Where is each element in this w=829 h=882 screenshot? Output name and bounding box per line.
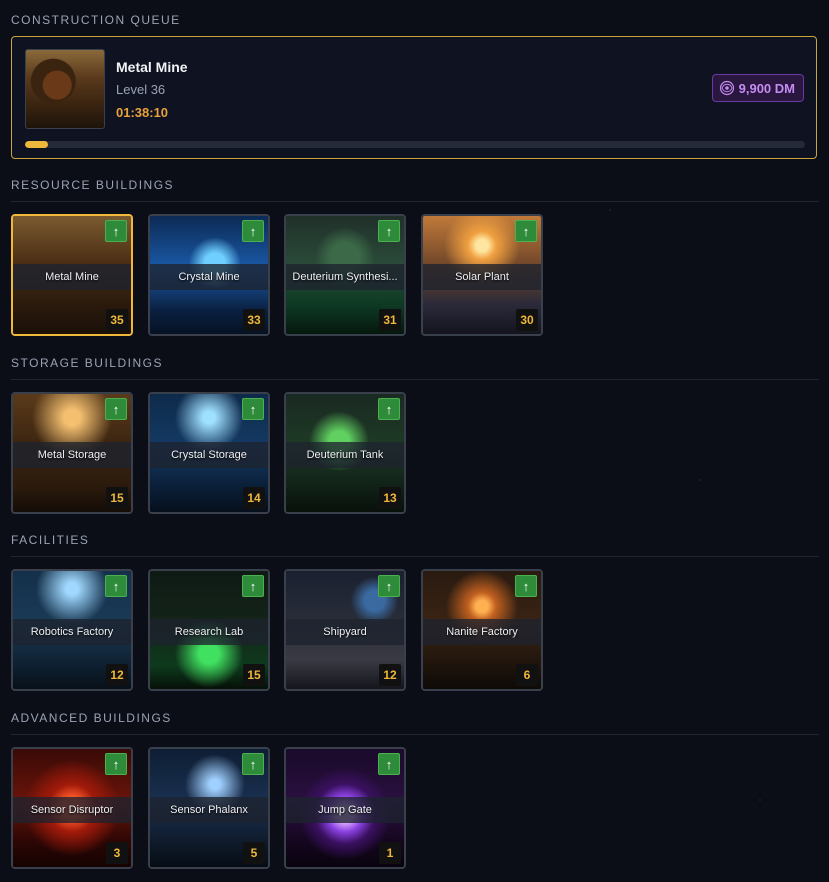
building-name-band: Metal Mine bbox=[13, 264, 131, 290]
section-title-0: RESOURCE BUILDINGS bbox=[11, 178, 175, 192]
building-name-band: Metal Storage bbox=[13, 442, 131, 468]
upgrade-arrow-icon[interactable]: ↑ bbox=[378, 220, 400, 242]
upgrade-arrow-icon[interactable]: ↑ bbox=[515, 575, 537, 597]
building-level-badge: 14 bbox=[243, 487, 265, 509]
building-name: Research Lab bbox=[174, 626, 244, 638]
upgrade-arrow-icon[interactable]: ↑ bbox=[515, 220, 537, 242]
building-tile[interactable]: Research Lab ↑ 15 bbox=[148, 569, 270, 691]
building-name: Sensor Disruptor bbox=[30, 804, 114, 816]
building-tile[interactable]: Crystal Mine ↑ 33 bbox=[148, 214, 270, 336]
metal-mine-image bbox=[25, 49, 105, 129]
building-level-badge: 15 bbox=[106, 487, 128, 509]
upgrade-arrow-icon[interactable]: ↑ bbox=[105, 220, 127, 242]
building-name: Metal Mine bbox=[45, 271, 99, 283]
building-tile[interactable]: Nanite Factory ↑ 6 bbox=[421, 569, 543, 691]
dark-matter-icon bbox=[719, 80, 734, 96]
building-name: Metal Storage bbox=[37, 449, 107, 461]
upgrade-arrow-icon[interactable]: ↑ bbox=[105, 575, 127, 597]
queue-building-level: Level 36 bbox=[116, 82, 166, 97]
upgrade-arrow-icon[interactable]: ↑ bbox=[242, 220, 264, 242]
building-tile[interactable]: Solar Plant ↑ 30 bbox=[421, 214, 543, 336]
building-level-badge: 12 bbox=[379, 664, 401, 686]
building-name: Nanite Factory bbox=[446, 626, 518, 638]
building-name-band: Sensor Phalanx bbox=[150, 797, 268, 823]
dark-matter-cost: 9,900 DM bbox=[738, 80, 795, 96]
building-name: Crystal Mine bbox=[178, 271, 240, 283]
upgrade-arrow-icon[interactable]: ↑ bbox=[378, 398, 400, 420]
building-name-band: Deuterium Synthesi... bbox=[286, 264, 404, 290]
building-name-band: Jump Gate bbox=[286, 797, 404, 823]
building-level-badge: 30 bbox=[516, 309, 538, 331]
construction-progress-bar bbox=[25, 141, 805, 148]
section-divider bbox=[11, 201, 819, 202]
building-tile[interactable]: Jump Gate ↑ 1 bbox=[284, 747, 406, 869]
section-title-1: STORAGE BUILDINGS bbox=[11, 356, 163, 370]
building-name-band: Shipyard bbox=[286, 619, 404, 645]
construction-queue-card[interactable]: Metal Mine Level 36 01:38:10 9,900 DM bbox=[11, 36, 817, 159]
upgrade-arrow-icon[interactable]: ↑ bbox=[242, 575, 264, 597]
queue-building-name: Metal Mine bbox=[116, 59, 188, 75]
building-level-badge: 6 bbox=[516, 664, 538, 686]
upgrade-arrow-icon[interactable]: ↑ bbox=[105, 753, 127, 775]
building-name: Deuterium Synthesi... bbox=[292, 271, 398, 283]
upgrade-arrow-icon[interactable]: ↑ bbox=[378, 753, 400, 775]
building-name: Solar Plant bbox=[455, 271, 509, 283]
building-name: Crystal Storage bbox=[171, 449, 247, 461]
upgrade-arrow-icon[interactable]: ↑ bbox=[242, 753, 264, 775]
construction-queue-title: CONSTRUCTION QUEUE bbox=[11, 13, 181, 27]
building-name-band: Nanite Factory bbox=[423, 619, 541, 645]
building-name-band: Solar Plant bbox=[423, 264, 541, 290]
building-name: Deuterium Tank bbox=[306, 449, 384, 461]
building-level-badge: 1 bbox=[379, 842, 401, 864]
section-divider bbox=[11, 734, 819, 735]
building-tile[interactable]: Sensor Disruptor ↑ 3 bbox=[11, 747, 133, 869]
building-level-badge: 12 bbox=[106, 664, 128, 686]
upgrade-arrow-icon[interactable]: ↑ bbox=[105, 398, 127, 420]
building-tile[interactable]: Robotics Factory ↑ 12 bbox=[11, 569, 133, 691]
building-name-band: Deuterium Tank bbox=[286, 442, 404, 468]
upgrade-arrow-icon[interactable]: ↑ bbox=[378, 575, 400, 597]
building-level-badge: 5 bbox=[243, 842, 265, 864]
building-tile[interactable]: Metal Storage ↑ 15 bbox=[11, 392, 133, 514]
building-level-badge: 31 bbox=[379, 309, 401, 331]
building-level-badge: 13 bbox=[379, 487, 401, 509]
building-tile[interactable]: Deuterium Synthesi... ↑ 31 bbox=[284, 214, 406, 336]
section-divider bbox=[11, 379, 819, 380]
dark-matter-speedup-button[interactable]: 9,900 DM bbox=[711, 74, 804, 102]
building-name-band: Robotics Factory bbox=[13, 619, 131, 645]
building-name-band: Crystal Mine bbox=[150, 264, 268, 290]
building-tile[interactable]: Crystal Storage ↑ 14 bbox=[148, 392, 270, 514]
building-name-band: Research Lab bbox=[150, 619, 268, 645]
section-title-3: ADVANCED BUILDINGS bbox=[11, 711, 172, 725]
upgrade-arrow-icon[interactable]: ↑ bbox=[242, 398, 264, 420]
building-level-badge: 3 bbox=[106, 842, 128, 864]
building-name: Robotics Factory bbox=[30, 626, 114, 638]
queue-time-remaining: 01:38:10 bbox=[116, 105, 169, 120]
section-title-2: FACILITIES bbox=[11, 533, 90, 547]
building-level-badge: 33 bbox=[243, 309, 265, 331]
building-tile[interactable]: Metal Mine ↑ 35 bbox=[11, 214, 133, 336]
building-name-band: Sensor Disruptor bbox=[13, 797, 131, 823]
building-tile[interactable]: Deuterium Tank ↑ 13 bbox=[284, 392, 406, 514]
building-level-badge: 15 bbox=[243, 664, 265, 686]
building-name-band: Crystal Storage bbox=[150, 442, 268, 468]
building-tile[interactable]: Shipyard ↑ 12 bbox=[284, 569, 406, 691]
building-name: Shipyard bbox=[323, 626, 367, 638]
building-name: Jump Gate bbox=[318, 804, 372, 816]
construction-progress-fill bbox=[25, 141, 49, 148]
building-name: Sensor Phalanx bbox=[170, 804, 248, 816]
building-level-badge: 35 bbox=[106, 309, 128, 331]
section-divider bbox=[11, 556, 819, 557]
building-tile[interactable]: Sensor Phalanx ↑ 5 bbox=[148, 747, 270, 869]
